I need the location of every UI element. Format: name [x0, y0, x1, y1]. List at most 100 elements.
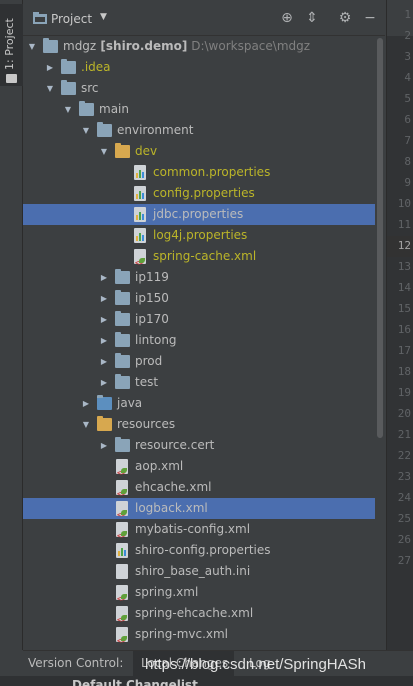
folder-icon: [61, 80, 76, 95]
tree-row[interactable]: ▶ test: [23, 372, 375, 393]
collapse-arrow-icon[interactable]: ▶: [45, 57, 55, 78]
collapse-arrow-icon[interactable]: ▶: [99, 330, 109, 351]
tree-item-label: lintong: [135, 333, 177, 347]
xml-file-icon: <>: [116, 501, 128, 519]
xml-file-icon: <>: [134, 249, 146, 267]
tree-item-label: mybatis-config.xml: [135, 522, 251, 536]
collapse-arrow-icon[interactable]: ▶: [99, 435, 109, 456]
tree-row[interactable]: ▶ ip170: [23, 309, 375, 330]
line-number: 24: [397, 491, 411, 504]
changelist-title[interactable]: Default Changelist: [72, 678, 198, 686]
view-dropdown-icon[interactable]: ▼: [100, 12, 107, 22]
panel-title[interactable]: Project: [51, 12, 92, 26]
changelist-bar: Default Changelist: [0, 676, 413, 686]
tree-row[interactable]: ▼ mdgz [shiro.demo] D:\workspace\mdgz: [23, 36, 375, 57]
tree-row[interactable]: jdbc.properties: [23, 204, 375, 225]
tree-item-label: ip119: [135, 270, 169, 284]
text-file-icon: [116, 564, 128, 579]
folder-icon: [115, 332, 130, 347]
collapse-arrow-icon[interactable]: ▶: [81, 393, 91, 414]
tree-row[interactable]: ▼ environment: [23, 120, 375, 141]
properties-file-icon: [134, 165, 146, 180]
line-number: 20: [397, 407, 411, 420]
collapse-arrow-icon[interactable]: ▶: [99, 372, 109, 393]
line-number: 8: [404, 155, 411, 168]
folder-icon: [61, 59, 76, 74]
line-number: 26: [397, 533, 411, 546]
locate-icon[interactable]: ⊕: [278, 9, 296, 27]
project-icon: [33, 12, 47, 24]
line-number: 2: [404, 29, 411, 42]
tree-row[interactable]: ▶ resource.cert: [23, 435, 375, 456]
tree-row[interactable]: ▶ lintong: [23, 330, 375, 351]
properties-file-icon: [116, 543, 128, 558]
folder-icon: [115, 437, 130, 452]
collapse-icon[interactable]: ⇕: [303, 9, 321, 27]
tree-row[interactable]: <> spring-mvc.xml: [23, 624, 375, 645]
tree-item-label: spring-cache.xml: [153, 249, 257, 263]
tree-row[interactable]: ▼ resources: [23, 414, 375, 435]
project-tool-tab[interactable]: 1: Project: [0, 4, 23, 86]
scrollbar-thumb[interactable]: [377, 38, 383, 438]
tree-row[interactable]: shiro_base_auth.ini: [23, 561, 375, 582]
expand-arrow-icon[interactable]: ▼: [81, 414, 91, 435]
line-number: 21: [397, 428, 411, 441]
folder-icon: [115, 311, 130, 326]
expand-arrow-icon[interactable]: ▼: [27, 36, 37, 57]
properties-file-icon: [134, 186, 146, 201]
tree-row[interactable]: ▶ java: [23, 393, 375, 414]
tree-item-label: config.properties: [153, 186, 255, 200]
expand-arrow-icon[interactable]: ▼: [81, 120, 91, 141]
expand-arrow-icon[interactable]: ▼: [45, 78, 55, 99]
source-folder-icon: [97, 395, 112, 410]
tree-item-label: aop.xml: [135, 459, 184, 473]
expand-arrow-icon[interactable]: ▼: [99, 141, 109, 162]
tree-item-label: main: [99, 102, 129, 116]
collapse-arrow-icon[interactable]: ▶: [99, 309, 109, 330]
collapse-arrow-icon[interactable]: ▶: [99, 351, 109, 372]
line-number: 16: [397, 323, 411, 336]
hide-icon[interactable]: −: [361, 9, 379, 27]
tree-row[interactable]: ▼ src: [23, 78, 375, 99]
tree-row[interactable]: common.properties: [23, 162, 375, 183]
folder-icon: [97, 122, 112, 137]
gear-icon[interactable]: ⚙: [336, 9, 354, 27]
tree-row[interactable]: <> ehcache.xml: [23, 477, 375, 498]
tree-row[interactable]: ▶ ip119: [23, 267, 375, 288]
tree-row[interactable]: <> aop.xml: [23, 456, 375, 477]
folder-icon: [115, 374, 130, 389]
properties-file-icon: [134, 228, 146, 243]
line-number: 19: [397, 386, 411, 399]
line-number: 22: [397, 449, 411, 462]
tree-row[interactable]: ▼ dev: [23, 141, 375, 162]
tree-row[interactable]: shiro-config.properties: [23, 540, 375, 561]
collapse-arrow-icon[interactable]: ▶: [99, 288, 109, 309]
tree-row[interactable]: ▶ .idea: [23, 57, 375, 78]
tree-row[interactable]: log4j.properties: [23, 225, 375, 246]
collapse-arrow-icon[interactable]: ▶: [99, 267, 109, 288]
tree-item-label: spring.xml: [135, 585, 199, 599]
resource-folder-icon: [115, 143, 130, 158]
line-number: 1: [404, 8, 411, 21]
tree-row[interactable]: <> spring.xml: [23, 582, 375, 603]
line-number: 25: [397, 512, 411, 525]
tree-row[interactable]: <> spring-cache.xml: [23, 246, 375, 267]
tree-item-label: src: [81, 81, 99, 95]
tree-row[interactable]: ▼ main: [23, 99, 375, 120]
module-icon: [43, 38, 58, 53]
tree-row[interactable]: <> logback.xml: [23, 498, 375, 519]
project-tree[interactable]: ▼ mdgz [shiro.demo] D:\workspace\mdgz ▶ .id…: [23, 36, 375, 650]
tree-row[interactable]: ▶ prod: [23, 351, 375, 372]
tree-row[interactable]: config.properties: [23, 183, 375, 204]
tree-item-label: ip150: [135, 291, 169, 305]
xml-file-icon: <>: [116, 585, 128, 603]
tree-row[interactable]: ▶ ip150: [23, 288, 375, 309]
tree-row[interactable]: <> mybatis-config.xml: [23, 519, 375, 540]
xml-file-icon: <>: [116, 459, 128, 477]
line-number: 15: [397, 302, 411, 315]
tree-row[interactable]: <> spring-ehcache.xml: [23, 603, 375, 624]
line-number: 23: [397, 470, 411, 483]
tree-item-label: ehcache.xml: [135, 480, 212, 494]
tree-item-label: jdbc.properties: [153, 207, 244, 221]
expand-arrow-icon[interactable]: ▼: [63, 99, 73, 120]
